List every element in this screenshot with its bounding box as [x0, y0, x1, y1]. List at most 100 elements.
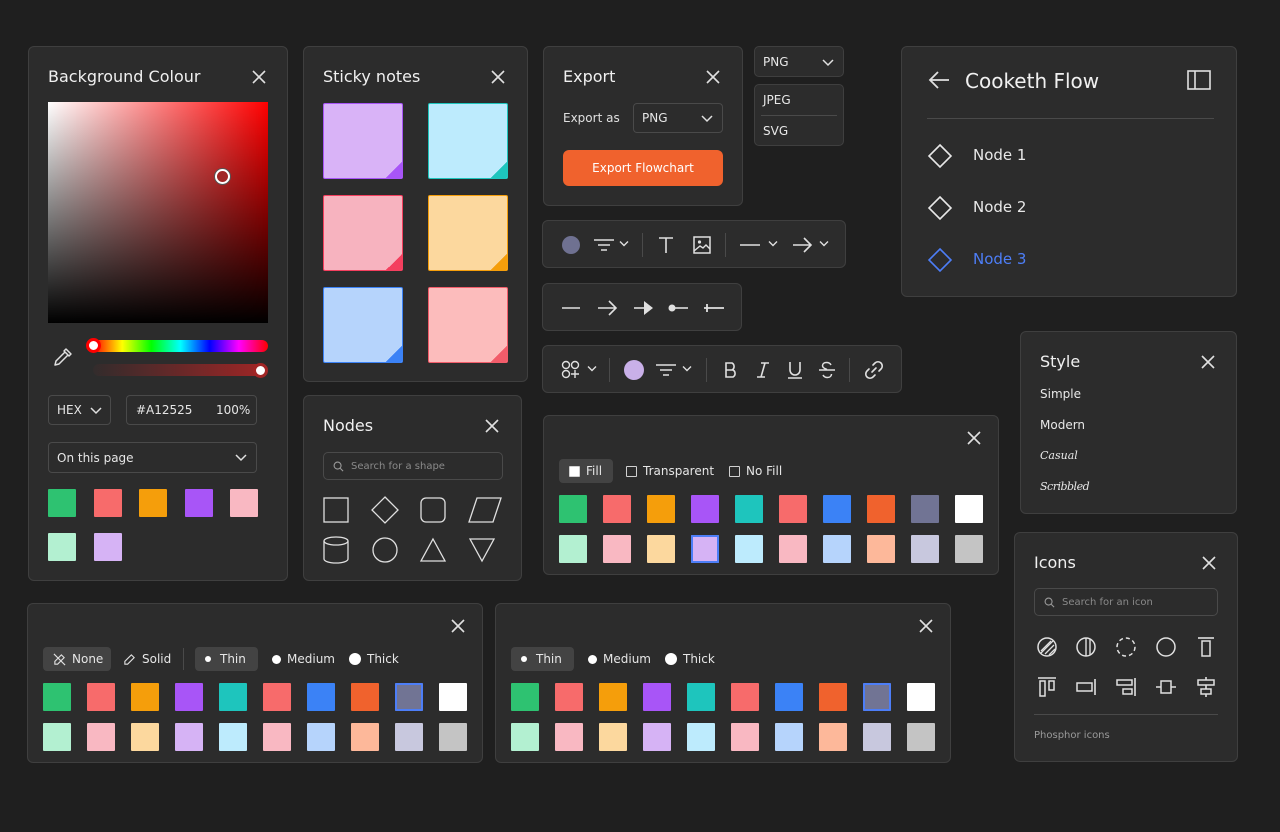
style-option-casual[interactable]: Casual [1040, 449, 1078, 462]
color-swatch[interactable] [687, 683, 715, 711]
rounded-square-icon[interactable] [419, 496, 447, 524]
sticky-note[interactable] [428, 287, 508, 363]
weight-thin-option[interactable]: Thin [511, 647, 574, 671]
close-icon[interactable] [1201, 555, 1217, 571]
color-swatch[interactable] [43, 723, 71, 751]
color-swatch[interactable] [439, 723, 467, 751]
color-swatch[interactable] [175, 723, 203, 751]
align-top-icon[interactable] [1195, 636, 1217, 658]
color-swatch[interactable] [775, 683, 803, 711]
eyedropper-icon[interactable] [52, 346, 74, 368]
format-option-jpeg[interactable]: JPEG [763, 93, 791, 107]
color-swatch[interactable] [263, 683, 291, 711]
flow-node-item[interactable]: Node 1 [927, 143, 1207, 171]
sticky-note[interactable] [323, 103, 403, 179]
style-option-simple[interactable]: Simple [1040, 387, 1081, 401]
color-swatch[interactable] [175, 683, 203, 711]
format-dropdown[interactable]: PNG [754, 46, 844, 77]
hex-input[interactable]: #A12525 100% [126, 395, 257, 425]
square-icon[interactable] [322, 496, 350, 524]
weight-medium-option[interactable]: Medium [272, 647, 335, 671]
chevron-down-icon[interactable] [682, 365, 692, 373]
shapes-add-icon[interactable] [561, 360, 581, 380]
arrow-right-icon[interactable] [791, 235, 813, 255]
color-swatch[interactable] [643, 723, 671, 751]
color-swatch[interactable] [139, 489, 167, 517]
color-swatch[interactable] [735, 535, 763, 563]
weight-thick-option[interactable]: Thick [349, 647, 399, 671]
weight-medium-option[interactable]: Medium [588, 647, 651, 671]
flow-node-item[interactable]: Node 2 [927, 195, 1207, 223]
color-swatch[interactable] [48, 533, 76, 561]
chevron-down-icon[interactable] [819, 240, 829, 248]
line-dot-end-icon[interactable] [667, 302, 689, 314]
flow-node-item[interactable]: Node 3 [927, 247, 1207, 275]
color-swatch[interactable] [439, 683, 467, 711]
stroke-solid-option[interactable]: Solid [123, 647, 171, 671]
close-icon[interactable] [1200, 354, 1216, 370]
hue-slider[interactable] [93, 340, 268, 352]
color-swatch[interactable] [93, 533, 122, 561]
color-swatch[interactable] [731, 683, 759, 711]
align-filter-icon[interactable] [655, 361, 677, 379]
line-icon[interactable] [561, 306, 581, 310]
color-dot[interactable] [562, 236, 580, 254]
color-swatch[interactable] [603, 535, 631, 563]
align-right-rows-icon[interactable] [1115, 676, 1137, 698]
color-swatch[interactable] [647, 535, 675, 563]
parallelogram-icon[interactable] [467, 496, 503, 524]
icon-search[interactable] [1034, 588, 1218, 616]
underline-icon[interactable] [785, 360, 805, 380]
color-picker-handle[interactable] [215, 169, 230, 184]
color-swatch[interactable] [555, 683, 583, 711]
color-swatch[interactable] [867, 535, 895, 563]
color-swatch[interactable] [731, 723, 759, 751]
arrow-left-icon[interactable] [927, 69, 951, 91]
fill-option-fill[interactable]: Fill [559, 459, 613, 483]
color-swatch[interactable] [230, 489, 258, 517]
color-swatch[interactable] [911, 535, 939, 563]
format-option-svg[interactable]: SVG [763, 124, 788, 138]
chevron-down-icon[interactable] [587, 365, 597, 373]
shape-search[interactable] [323, 452, 503, 480]
chevron-down-icon[interactable] [768, 240, 778, 248]
line-bar-end-icon[interactable] [703, 302, 725, 314]
text-icon[interactable] [656, 235, 676, 255]
color-swatch[interactable] [43, 683, 71, 711]
circle-half-icon[interactable] [1075, 636, 1097, 658]
color-swatch[interactable] [48, 489, 76, 517]
color-dot[interactable] [624, 360, 644, 380]
hue-slider-handle[interactable] [86, 338, 101, 353]
shape-search-input[interactable] [351, 460, 481, 472]
align-center-vertical-icon[interactable] [1155, 676, 1177, 698]
circle-half-tilt-icon[interactable] [1036, 636, 1058, 658]
close-icon[interactable] [918, 618, 934, 634]
color-swatch[interactable] [955, 535, 983, 563]
color-swatch[interactable] [351, 723, 379, 751]
close-icon[interactable] [251, 69, 267, 85]
color-swatch[interactable] [687, 723, 715, 751]
style-option-modern[interactable]: Modern [1040, 418, 1085, 432]
style-option-scribbled[interactable]: Scribbled [1040, 480, 1090, 493]
close-icon[interactable] [966, 430, 982, 446]
arrow-right-icon[interactable] [596, 298, 618, 318]
close-icon[interactable] [450, 618, 466, 634]
color-swatch[interactable] [863, 723, 891, 751]
color-swatch[interactable] [735, 495, 763, 523]
color-swatch[interactable] [395, 723, 423, 751]
close-icon[interactable] [484, 418, 500, 434]
bold-icon[interactable] [721, 360, 741, 380]
line-icon[interactable] [739, 243, 761, 247]
close-icon[interactable] [490, 69, 506, 85]
weight-thick-option[interactable]: Thick [665, 647, 715, 671]
sticky-note[interactable] [323, 195, 403, 271]
color-swatch[interactable] [93, 489, 122, 517]
strikethrough-icon[interactable] [817, 360, 837, 380]
align-top-columns-icon[interactable] [1036, 676, 1058, 698]
close-icon[interactable] [705, 69, 721, 85]
align-center-horizontal-icon[interactable] [1195, 676, 1217, 698]
color-swatch[interactable] [643, 683, 671, 711]
color-swatch[interactable] [775, 723, 803, 751]
color-swatch[interactable] [863, 683, 891, 711]
link-icon[interactable] [863, 359, 885, 381]
